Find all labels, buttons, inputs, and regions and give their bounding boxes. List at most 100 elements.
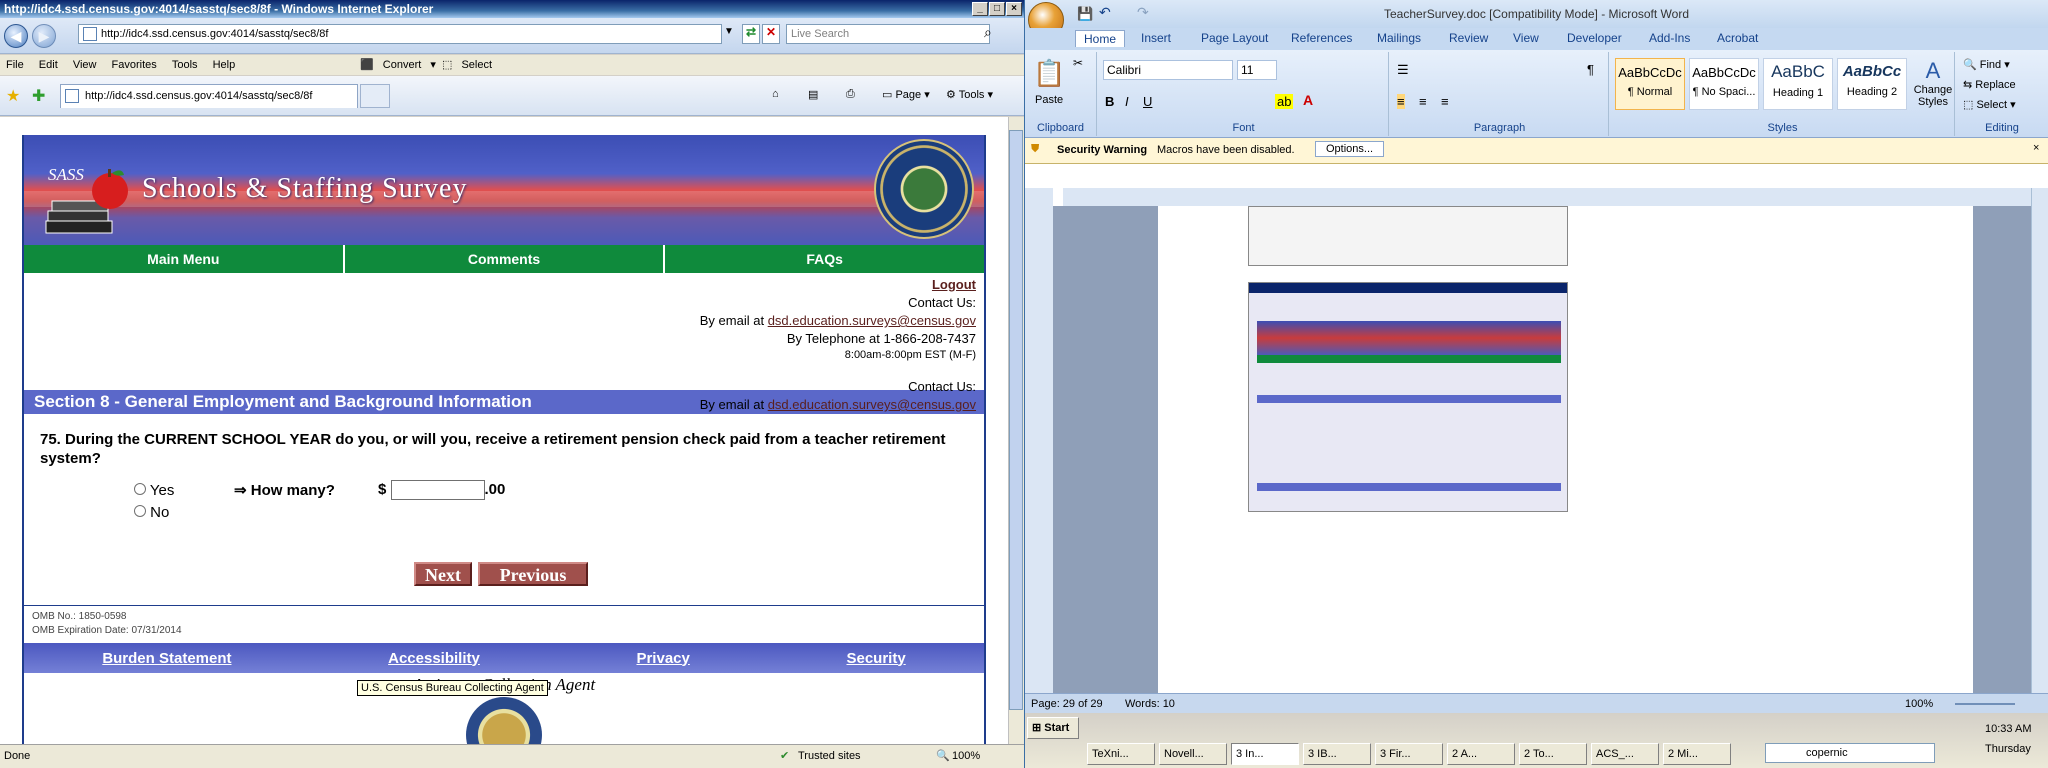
undo-icon[interactable]: ↶	[1099, 4, 1111, 21]
task-ie[interactable]: 3 In...	[1231, 743, 1299, 765]
bullets-icon[interactable]: ☰	[1397, 62, 1409, 78]
tab-page-layout[interactable]: Page Layout	[1201, 31, 1268, 45]
bold-icon[interactable]: B	[1105, 94, 1114, 109]
nav-faqs[interactable]: FAQs	[665, 245, 984, 273]
scrollbar-thumb[interactable]	[1009, 130, 1023, 710]
yes-radio[interactable]	[134, 483, 146, 495]
go-icon[interactable]: ⇄	[742, 24, 760, 44]
overlay-email-link[interactable]: dsd.education.surveys@census.gov	[768, 397, 976, 412]
tab-review[interactable]: Review	[1449, 31, 1488, 45]
quick-save-icon[interactable]: 💾	[1077, 6, 1093, 22]
center-icon[interactable]: ≡	[1419, 94, 1427, 109]
new-tab-button[interactable]	[360, 84, 390, 108]
option-no[interactable]: No	[134, 504, 169, 521]
paste-icon[interactable]: 📋	[1033, 58, 1065, 89]
no-radio[interactable]	[134, 505, 146, 517]
forward-arrow-icon[interactable]: ▶	[32, 24, 56, 48]
word-scrollbar[interactable]	[2031, 188, 2048, 693]
tab-current-page[interactable]: http://idc4.ssd.census.gov:4014/sasstq/s…	[60, 84, 358, 108]
task-word[interactable]: 2 Mi...	[1663, 743, 1731, 765]
menu-help[interactable]: Help	[213, 59, 236, 71]
menu-favorites[interactable]: Favorites	[112, 59, 157, 71]
security-link[interactable]: Security	[846, 650, 905, 667]
accessibility-link[interactable]: Accessibility	[388, 650, 480, 667]
status-zoom[interactable]: 100%	[952, 745, 980, 767]
amount-input[interactable]	[390, 480, 485, 500]
redo-icon[interactable]: ↷	[1137, 4, 1149, 21]
tab-view[interactable]: View	[1513, 31, 1539, 45]
nav-main-menu[interactable]: Main Menu	[24, 245, 345, 273]
tab-references[interactable]: References	[1291, 31, 1352, 45]
task-texnic[interactable]: TeXni...	[1087, 743, 1155, 765]
style-heading1[interactable]: AaBbC Heading 1	[1763, 58, 1833, 110]
replace-button[interactable]: ⇆ Replace	[1963, 78, 2016, 91]
font-size-box[interactable]: 11	[1237, 60, 1277, 80]
highlight-icon[interactable]: ab	[1275, 94, 1294, 109]
address-bar[interactable]: http://idc4.ssd.census.gov:4014/sasstq/s…	[78, 24, 722, 44]
menu-tools[interactable]: Tools	[172, 59, 198, 71]
print-icon[interactable]: ⎙	[846, 88, 855, 101]
underline-icon[interactable]: U	[1143, 94, 1152, 109]
style-no-spacing[interactable]: AaBbCcDc ¶ No Spaci...	[1689, 58, 1759, 110]
privacy-link[interactable]: Privacy	[636, 650, 689, 667]
task-ib[interactable]: 3 IB...	[1303, 743, 1371, 765]
align-right-icon[interactable]: ≡	[1441, 94, 1449, 109]
select-menu-button[interactable]: ⬚ Select ▾	[1963, 98, 2016, 111]
search-icon[interactable]: ⌕	[984, 24, 992, 41]
word-zoom[interactable]: 100%	[1905, 694, 1933, 714]
email-link[interactable]: dsd.education.surveys@census.gov	[768, 313, 976, 328]
start-button[interactable]: ⊞ Start	[1027, 717, 1079, 739]
find-button[interactable]: 🔍 Find ▾	[1963, 58, 2010, 71]
options-button[interactable]: Options...	[1315, 141, 1385, 157]
back-arrow-icon[interactable]: ◀	[4, 24, 28, 48]
feeds-icon[interactable]: ▤	[808, 88, 818, 101]
burden-statement-link[interactable]: Burden Statement	[102, 650, 231, 667]
tools-menu[interactable]: ⚙ Tools ▾	[946, 88, 993, 101]
menu-view[interactable]: View	[73, 59, 97, 71]
next-button[interactable]: Next	[414, 562, 472, 586]
style-normal[interactable]: AaBbCcDc ¶ Normal	[1615, 58, 1685, 110]
select-button[interactable]: ⬚ Select	[442, 55, 498, 75]
task-novell[interactable]: Novell...	[1159, 743, 1227, 765]
cut-icon[interactable]: ✂	[1073, 56, 1083, 70]
close-warning-icon[interactable]: ×	[2033, 142, 2039, 154]
task-to[interactable]: 2 To...	[1519, 743, 1587, 765]
add-favorite-icon[interactable]: ✚	[32, 86, 45, 106]
maximize-button[interactable]: □	[989, 2, 1005, 16]
zoom-slider[interactable]	[1955, 703, 2015, 705]
menu-file[interactable]: File	[6, 59, 24, 71]
italic-icon[interactable]: I	[1125, 94, 1129, 109]
pilcrow-icon[interactable]: ¶	[1587, 62, 1594, 77]
stop-icon[interactable]: ✕	[762, 24, 780, 44]
paste-label[interactable]: Paste	[1035, 94, 1063, 106]
minimize-button[interactable]: _	[972, 2, 988, 16]
favorites-star-icon[interactable]: ★	[6, 86, 20, 106]
style-heading2[interactable]: AaBbCc Heading 2	[1837, 58, 1907, 110]
close-button[interactable]: ×	[1006, 2, 1022, 16]
nav-comments[interactable]: Comments	[345, 245, 666, 273]
menu-edit[interactable]: Edit	[39, 59, 58, 71]
page-menu[interactable]: ▭ Page ▾	[882, 88, 930, 101]
tab-developer[interactable]: Developer	[1567, 31, 1622, 45]
vertical-ruler[interactable]	[1025, 188, 1053, 693]
font-name-box[interactable]: Calibri	[1103, 60, 1233, 80]
embedded-screenshot-1[interactable]	[1248, 206, 1568, 266]
search-input[interactable]: Live Search	[786, 24, 990, 44]
horizontal-ruler[interactable]	[1063, 188, 2048, 206]
font-color-icon[interactable]: A	[1303, 92, 1313, 108]
logout-link[interactable]: Logout	[932, 277, 976, 292]
home-icon[interactable]: ⌂	[772, 88, 779, 100]
address-dropdown-icon[interactable]: ▼	[724, 26, 740, 42]
task-acs[interactable]: ACS_...	[1591, 743, 1659, 765]
document-page[interactable]	[1158, 206, 1973, 693]
align-left-icon[interactable]: ≡	[1397, 94, 1405, 109]
previous-button[interactable]: Previous	[478, 562, 588, 586]
zoom-icon[interactable]: 🔍	[936, 745, 950, 767]
option-yes[interactable]: Yes	[134, 482, 174, 499]
task-firefox[interactable]: 3 Fir...	[1375, 743, 1443, 765]
tab-mailings[interactable]: Mailings	[1377, 31, 1421, 45]
change-styles-button[interactable]: A Change Styles	[1913, 58, 1953, 108]
tab-acrobat[interactable]: Acrobat	[1717, 31, 1758, 45]
tab-insert[interactable]: Insert	[1141, 31, 1171, 45]
task-acrobat[interactable]: 2 A...	[1447, 743, 1515, 765]
